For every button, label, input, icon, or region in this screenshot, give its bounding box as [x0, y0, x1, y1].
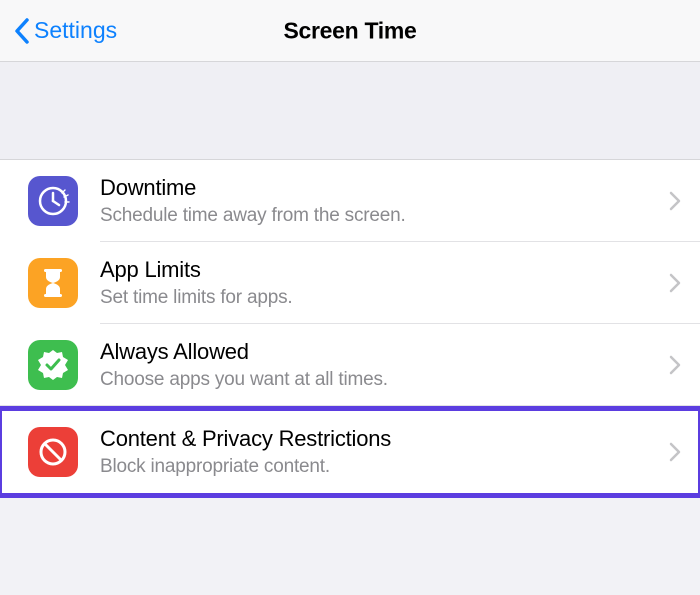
- chevron-right-icon: [668, 272, 682, 294]
- row-text: Downtime Schedule time away from the scr…: [100, 175, 660, 227]
- row-text: Content & Privacy Restrictions Block ina…: [100, 426, 660, 478]
- row-content-restrictions[interactable]: Content & Privacy Restrictions Block ina…: [0, 406, 700, 498]
- chevron-right-icon: [668, 441, 682, 463]
- row-text: App Limits Set time limits for apps.: [100, 257, 660, 309]
- row-subtitle: Choose apps you want at all times.: [100, 369, 660, 391]
- row-title: Content & Privacy Restrictions: [100, 426, 660, 452]
- row-subtitle: Block inappropriate content.: [100, 456, 660, 478]
- row-downtime[interactable]: Downtime Schedule time away from the scr…: [0, 160, 700, 242]
- chevron-right-icon: [668, 354, 682, 376]
- section-spacer: [0, 62, 700, 160]
- row-text: Always Allowed Choose apps you want at a…: [100, 339, 660, 391]
- page-title: Screen Time: [283, 17, 416, 44]
- row-subtitle: Schedule time away from the screen.: [100, 205, 660, 227]
- back-label: Settings: [34, 17, 117, 44]
- row-app-limits[interactable]: App Limits Set time limits for apps.: [0, 242, 700, 324]
- row-always-allowed[interactable]: Always Allowed Choose apps you want at a…: [0, 324, 700, 406]
- row-title: Downtime: [100, 175, 660, 201]
- row-title: Always Allowed: [100, 339, 660, 365]
- row-subtitle: Set time limits for apps.: [100, 287, 660, 309]
- chevron-right-icon: [668, 190, 682, 212]
- hourglass-icon: [28, 258, 78, 308]
- settings-list: Downtime Schedule time away from the scr…: [0, 160, 700, 498]
- prohibit-icon: [28, 427, 78, 477]
- row-title: App Limits: [100, 257, 660, 283]
- back-button[interactable]: Settings: [14, 17, 117, 45]
- checkmark-badge-icon: [28, 340, 78, 390]
- chevron-left-icon: [14, 17, 30, 45]
- downtime-icon: [28, 176, 78, 226]
- navbar: Settings Screen Time: [0, 0, 700, 62]
